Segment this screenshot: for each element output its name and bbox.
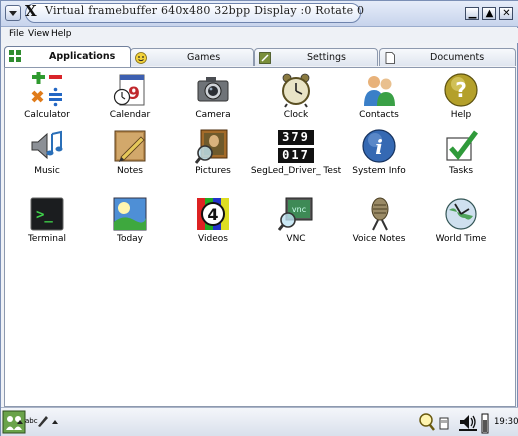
today-icon xyxy=(113,197,147,231)
qtopia-window: X Virtual framebuffer 640x480 32bpp Disp… xyxy=(0,0,518,436)
tab-bar: Applications Games Settings Documents xyxy=(1,45,518,67)
app-pictures[interactable]: Pictures xyxy=(171,128,255,194)
app-launcher-grid: Calculator 9 Calendar Camera Clock Conta… xyxy=(4,67,516,407)
calendar-icon: 9 xyxy=(113,74,145,106)
app-voice-notes[interactable]: Voice Notes xyxy=(337,196,421,262)
help-icon: ? xyxy=(444,73,478,107)
pen-input-icon[interactable] xyxy=(36,414,50,428)
smiley-icon xyxy=(135,52,147,64)
minimize-button[interactable]: ▁ xyxy=(465,7,479,20)
chevron-down-icon xyxy=(9,11,17,16)
app-today[interactable]: Today xyxy=(88,196,172,262)
camera-icon xyxy=(197,77,229,102)
memory-card-icon[interactable] xyxy=(438,412,450,432)
app-label: VNC xyxy=(286,234,306,244)
tasks-icon xyxy=(446,130,478,161)
app-label: Voice Notes xyxy=(352,234,406,244)
app-label: Contacts xyxy=(359,110,399,120)
tab-label: Applications xyxy=(49,51,116,62)
tab-label: Settings xyxy=(307,52,346,63)
clock[interactable]: 19:30 xyxy=(494,417,518,427)
app-label: Today xyxy=(116,234,144,244)
calculator-icon xyxy=(31,72,62,107)
menu-help[interactable]: Help xyxy=(51,29,72,39)
svg-text:?: ? xyxy=(455,78,467,102)
volume-icon[interactable] xyxy=(458,412,478,432)
maximize-icon: ▲ xyxy=(485,8,494,19)
magnifier-icon[interactable] xyxy=(418,412,436,432)
segled-icon: 379 017 xyxy=(276,128,316,164)
segled-digits-top: 379 xyxy=(278,130,314,145)
app-system-info[interactable]: i System Info xyxy=(337,128,421,194)
svg-text:>_: >_ xyxy=(36,207,53,223)
alarm-clock-icon xyxy=(282,73,310,108)
input-method-arrow-icon[interactable] xyxy=(52,420,58,424)
start-menu-arrow-icon[interactable] xyxy=(17,420,23,424)
app-label: Help xyxy=(450,110,472,120)
music-icon xyxy=(31,130,63,160)
minimize-icon: ▁ xyxy=(468,8,477,19)
tab-label: Documents xyxy=(430,52,485,63)
world-time-icon xyxy=(445,198,477,230)
svg-text:i: i xyxy=(375,135,383,159)
menu-bar: File View Help xyxy=(1,28,518,43)
x-logo-icon: X xyxy=(25,2,37,20)
grid-icon xyxy=(9,50,21,62)
notes-icon xyxy=(114,130,146,162)
app-world-time[interactable]: World Time xyxy=(419,196,503,262)
battery-icon[interactable] xyxy=(481,412,489,434)
window-title: Virtual framebuffer 640x480 32bpp Displa… xyxy=(45,4,365,17)
app-notes[interactable]: Notes xyxy=(88,128,172,194)
pictures-icon xyxy=(195,129,228,164)
system-info-icon: i xyxy=(362,129,396,163)
tab-label: Games xyxy=(187,52,221,63)
title-bar[interactable]: X Virtual framebuffer 640x480 32bpp Disp… xyxy=(1,1,518,27)
app-label: Camera xyxy=(195,110,231,120)
app-label: Tasks xyxy=(448,166,474,176)
window-menu-button[interactable] xyxy=(5,5,21,21)
close-icon: ✕ xyxy=(502,8,511,19)
settings-icon xyxy=(259,52,271,64)
document-icon xyxy=(385,52,395,64)
app-label: Calculator xyxy=(24,110,70,120)
app-music[interactable]: Music xyxy=(5,128,89,194)
terminal-icon: >_ xyxy=(30,197,64,231)
menu-view[interactable]: View xyxy=(28,29,49,39)
tab-documents[interactable]: Documents xyxy=(379,48,516,66)
taskbar: abc 19:30 xyxy=(1,407,518,436)
videos-icon: 4 xyxy=(197,198,229,230)
maximize-button[interactable]: ▲ xyxy=(482,7,496,20)
voice-notes-icon xyxy=(371,197,389,231)
app-label: World Time xyxy=(435,234,487,244)
contacts-icon xyxy=(364,76,395,106)
vnc-icon: vnc xyxy=(278,197,313,231)
app-tasks[interactable]: Tasks xyxy=(419,128,503,194)
tab-games[interactable]: Games xyxy=(130,48,254,66)
app-label: Notes xyxy=(117,166,143,176)
app-label: Calendar xyxy=(109,110,151,120)
svg-text:vnc: vnc xyxy=(292,205,306,214)
app-label: System Info xyxy=(352,166,406,176)
app-label: Clock xyxy=(283,110,309,120)
app-label: Terminal xyxy=(27,234,67,244)
app-segled-driver-test[interactable]: 379 017 SegLed_Driver_ Test xyxy=(251,128,341,194)
app-label: SegLed_Driver_ Test xyxy=(250,166,342,176)
segled-digits-bottom: 017 xyxy=(278,148,314,163)
app-vnc[interactable]: vnc VNC xyxy=(254,196,338,262)
app-videos[interactable]: 4 Videos xyxy=(171,196,255,262)
app-label: Videos xyxy=(198,234,228,244)
menu-file[interactable]: File xyxy=(9,29,24,39)
tab-applications[interactable]: Applications xyxy=(4,46,131,67)
svg-text:9: 9 xyxy=(128,84,140,104)
app-terminal[interactable]: >_ Terminal xyxy=(5,196,89,262)
svg-text:4: 4 xyxy=(207,205,218,224)
app-label: Pictures xyxy=(195,166,231,176)
app-label: Music xyxy=(34,166,60,176)
tab-settings[interactable]: Settings xyxy=(254,48,378,66)
close-button[interactable]: ✕ xyxy=(499,7,513,20)
